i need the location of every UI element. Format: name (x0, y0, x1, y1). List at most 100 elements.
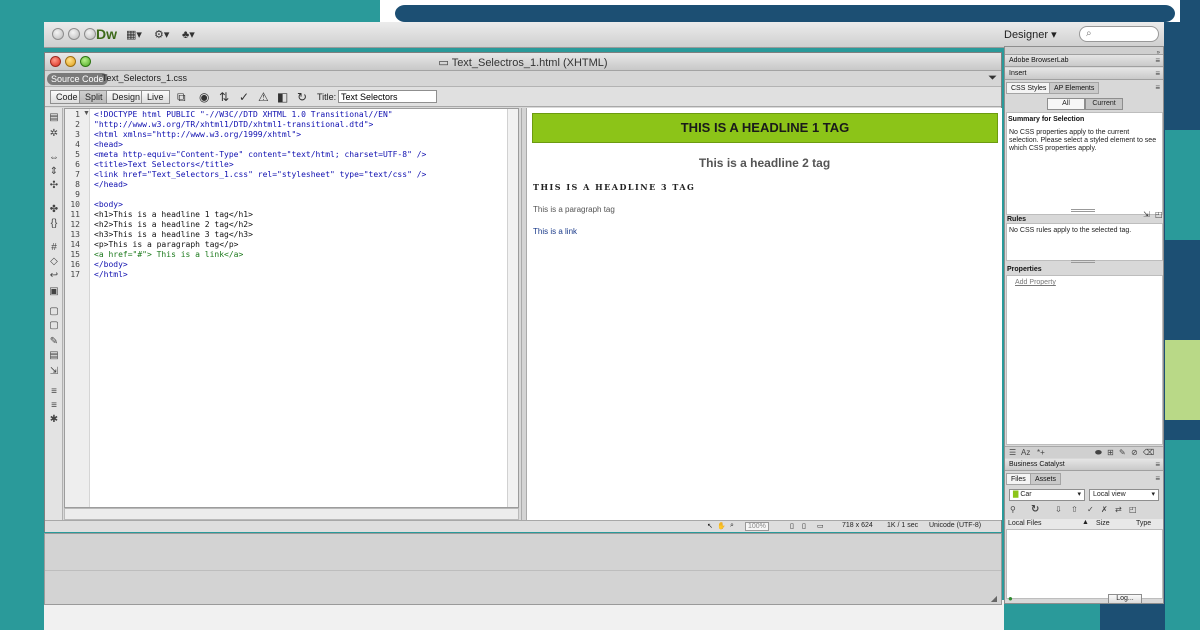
code-view-pane[interactable]: ▼ 1 2 3 4 5 6 7 8 9 10 11 12 13 14 15 16… (64, 108, 519, 508)
zoom-app-button[interactable] (84, 28, 96, 40)
design-headline-2[interactable]: This is a headline 2 tag (527, 156, 1002, 170)
collapse-selection-icon[interactable]: ⇕ (48, 166, 60, 178)
column-size[interactable]: Size (1096, 520, 1110, 527)
tab-ap-elements[interactable]: AP Elements (1049, 82, 1100, 94)
select-tool-icon[interactable]: ↖ (707, 522, 713, 530)
remove-comment-icon[interactable]: ▢ (48, 320, 60, 332)
code-line[interactable]: <head> (94, 140, 123, 149)
check-out-icon[interactable]: ✓ (1087, 505, 1094, 514)
tab-css-styles[interactable]: CSS Styles (1006, 82, 1052, 94)
filter-icon[interactable]: ⏷ (988, 72, 997, 85)
code-line[interactable]: <p>This is a paragraph tag</p> (94, 240, 239, 249)
show-info-icon[interactable]: ◰ (1155, 210, 1163, 219)
collapse-tag-icon[interactable]: ⇔ (48, 152, 60, 164)
browser-compat-icon[interactable]: ⚠ (258, 90, 269, 104)
design-headline-3[interactable]: THIS IS A HEADLINE 3 TAG (533, 182, 695, 192)
zoom-tool-icon[interactable]: ⌕ (730, 522, 734, 530)
design-link[interactable]: This is a link (533, 227, 577, 236)
expand-icon[interactable]: ◰ (1129, 505, 1137, 514)
code-line[interactable]: <body> (94, 200, 123, 209)
syntax-coloring-icon[interactable]: ▣ (48, 286, 60, 298)
edit-rule-icon[interactable]: ✎ (1119, 448, 1126, 457)
code-line[interactable]: </head> (94, 180, 128, 189)
expand-all-icon[interactable]: ✣ (48, 180, 60, 192)
multiscreen-icon[interactable]: ⧉ (177, 90, 186, 105)
view-select[interactable]: Local view ▾ (1089, 489, 1159, 501)
disable-property-icon[interactable]: ⊘ (1131, 448, 1138, 457)
column-type[interactable]: Type (1136, 520, 1151, 527)
hand-tool-icon[interactable]: ✋ (717, 522, 726, 530)
tablet-size-icon[interactable]: ▯ (802, 522, 806, 530)
move-css-icon[interactable]: ⇲ (48, 366, 60, 378)
panel-menu-icon[interactable]: ≡ (1155, 459, 1160, 471)
w3c-validation-icon[interactable]: ✓ (239, 90, 249, 104)
check-in-icon[interactable]: ✗ (1101, 505, 1108, 514)
refresh-files-icon[interactable]: ↻ (1031, 504, 1039, 515)
wrap-tag-icon[interactable]: ✎ (48, 336, 60, 348)
code-horizontal-scrollbar[interactable] (64, 508, 519, 520)
document-title-input[interactable] (338, 90, 437, 103)
business-catalyst-header[interactable]: Business Catalyst ≡ (1005, 459, 1163, 471)
alpha-view-icon[interactable]: Az (1021, 448, 1030, 457)
extend-menu-icon[interactable]: ⚙▾ (154, 28, 169, 41)
set-properties-view-icon[interactable]: *+ (1037, 448, 1045, 457)
zoom-level[interactable]: 100% (745, 522, 769, 531)
indent-code-icon[interactable]: ≡ (48, 386, 60, 398)
panel-menu-icon[interactable]: ≡ (1155, 474, 1160, 483)
split-view-button[interactable]: Split (79, 90, 109, 104)
get-files-icon[interactable]: ⇩ (1055, 505, 1062, 514)
log-button[interactable]: Log... (1108, 594, 1142, 604)
code-line[interactable]: <a href="#"> This is a link</a> (94, 250, 243, 259)
site-select[interactable]: ▇ Car ▾ (1009, 489, 1085, 501)
workspace-switcher[interactable]: Designer ▾ (1004, 28, 1057, 41)
resize-grip-icon[interactable]: ◢ (991, 594, 997, 603)
code-line[interactable]: <title>Text Selectors</title> (94, 160, 234, 169)
code-vertical-scrollbar[interactable] (507, 109, 518, 507)
recent-snippets-icon[interactable]: ▤ (48, 350, 60, 362)
minimize-app-button[interactable] (68, 28, 80, 40)
show-code-navigator-icon[interactable]: ✲ (48, 128, 60, 140)
related-file-css[interactable]: Text_Selectors_1.css (102, 73, 187, 83)
sort-asc-icon[interactable]: ▲ (1082, 519, 1089, 526)
refresh-icon[interactable]: ↻ (297, 90, 307, 104)
design-paragraph[interactable]: This is a paragraph tag (533, 205, 615, 214)
format-source-icon[interactable]: ✱ (48, 414, 60, 426)
files-list[interactable] (1006, 519, 1163, 599)
tab-assets[interactable]: Assets (1030, 473, 1062, 485)
outdent-code-icon[interactable]: ≡ (48, 400, 60, 412)
add-property-link[interactable]: Add Property (1015, 279, 1056, 287)
connect-icon[interactable]: ⚲ (1010, 505, 1016, 514)
current-mode-button[interactable]: Current (1085, 98, 1123, 110)
sync-icon[interactable]: ⇄ (1115, 505, 1122, 514)
search-input[interactable]: ⌕ (1079, 26, 1159, 42)
code-line[interactable]: </body> (94, 260, 128, 269)
mobile-size-icon[interactable]: ▯ (790, 522, 794, 530)
open-documents-icon[interactable]: ▤ (48, 112, 60, 124)
file-management-icon[interactable]: ⇅ (219, 90, 229, 104)
browserlab-panel-header[interactable]: Adobe BrowserLab ≡ (1005, 55, 1163, 67)
pane-resize-handle[interactable] (1071, 209, 1095, 212)
balance-braces-icon[interactable]: {} (48, 218, 60, 230)
tab-files[interactable]: Files (1006, 473, 1031, 485)
select-parent-tag-icon[interactable]: ✤ (48, 204, 60, 216)
attach-stylesheet-icon[interactable]: ⬬ (1095, 448, 1102, 458)
insert-panel-header[interactable]: Insert ≡ (1005, 68, 1163, 80)
site-menu-icon[interactable]: ♣▾ (182, 28, 195, 41)
column-local-files[interactable]: Local Files (1008, 520, 1041, 527)
design-headline-1[interactable]: THIS IS A HEADLINE 1 TAG (532, 113, 998, 143)
delete-rule-icon[interactable]: ⌫ (1143, 448, 1154, 457)
code-line[interactable]: <h2>This is a headline 2 tag</h2> (94, 220, 253, 229)
code-line[interactable]: "http://www.w3.org/TR/xhtml1/DTD/xhtml1-… (94, 120, 373, 129)
code-line[interactable]: </html> (94, 270, 128, 279)
close-app-button[interactable] (52, 28, 64, 40)
live-view-button[interactable]: Live (141, 90, 170, 104)
all-mode-button[interactable]: All (1047, 98, 1085, 110)
desktop-size-icon[interactable]: ▭ (817, 522, 824, 530)
dock-collapse-bar[interactable]: » (1005, 47, 1163, 56)
code-line[interactable]: <link href="Text_Selectors_1.css" rel="s… (94, 170, 426, 179)
panel-menu-icon[interactable]: ≡ (1155, 55, 1160, 67)
panel-menu-icon[interactable]: ≡ (1155, 68, 1160, 80)
design-view-button[interactable]: Design (106, 90, 147, 104)
preview-browser-icon[interactable]: ◉ (199, 90, 209, 104)
line-numbers-icon[interactable]: # (48, 242, 60, 254)
